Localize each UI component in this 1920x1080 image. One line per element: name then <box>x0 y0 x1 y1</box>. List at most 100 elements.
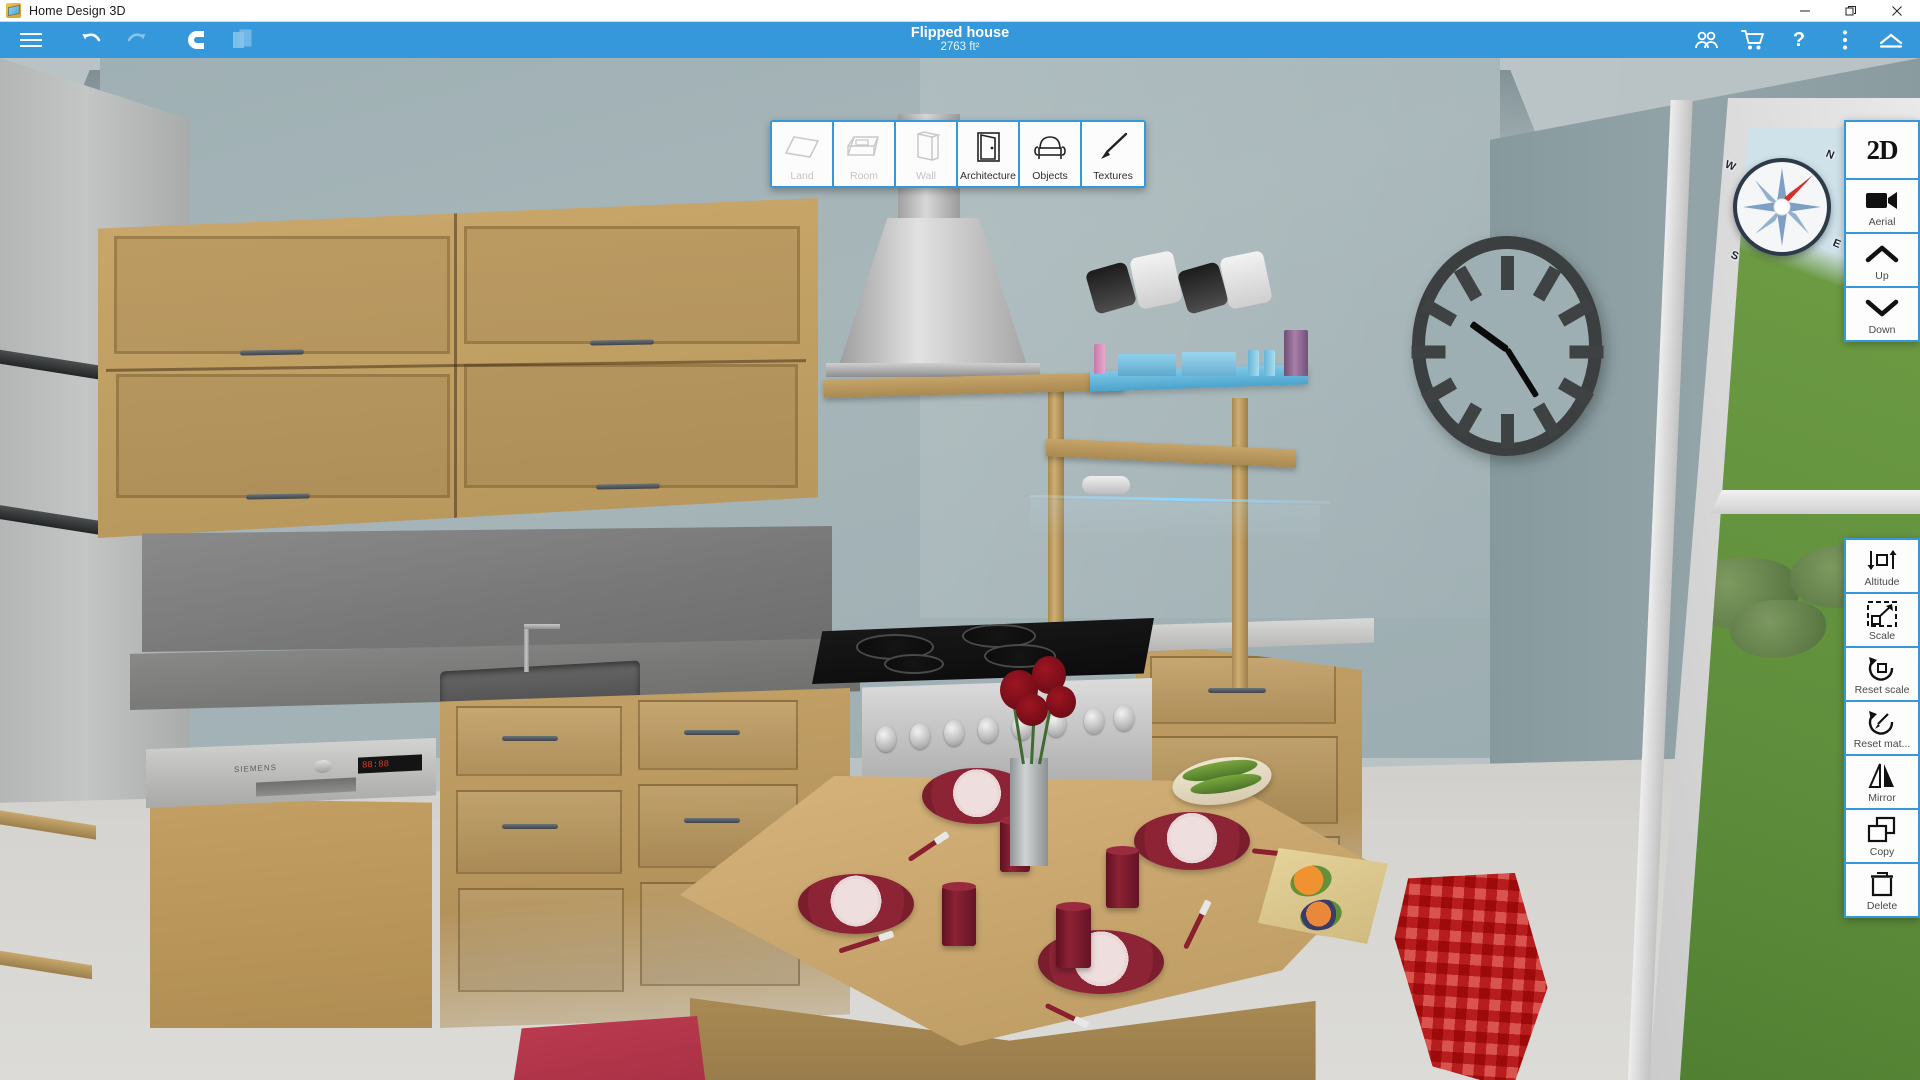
dishwasher-program-dial[interactable] <box>314 759 332 774</box>
altitude-button[interactable]: Altitude <box>1846 540 1918 594</box>
drinking-cup[interactable] <box>1056 902 1091 968</box>
3d-viewport[interactable]: SIEMENS 88:88 Land Room Wall Architectur… <box>0 58 1920 1080</box>
shelf-bottle-cyan-2[interactable] <box>1264 350 1275 376</box>
window-controls <box>1782 0 1920 22</box>
undo-button[interactable] <box>68 22 114 58</box>
chevron-down-icon <box>1865 293 1899 323</box>
clock-tick <box>1569 345 1603 359</box>
cabinet-door-panel <box>114 236 450 354</box>
tab-architecture[interactable]: Architecture <box>958 122 1020 186</box>
shelf-bottle-purple[interactable] <box>1284 330 1308 376</box>
copy-squares-icon <box>1866 815 1898 845</box>
dishwasher-door-handle[interactable] <box>256 777 356 797</box>
reset-scale-label: Reset scale <box>1854 684 1910 696</box>
restore-icon <box>1845 5 1856 15</box>
collapse-toolbar-button[interactable] <box>1868 22 1914 58</box>
range-knob <box>944 720 964 746</box>
view-up-button[interactable]: Up <box>1846 234 1918 288</box>
view-2d-button[interactable]: 2D <box>1846 122 1918 180</box>
shelf-box-blue[interactable] <box>1118 354 1176 376</box>
clock-tick <box>1557 377 1594 406</box>
view-control-panel: 2D Aerial Up Down <box>1844 120 1920 342</box>
view-down-button[interactable]: Down <box>1846 288 1918 340</box>
shelf-post-right[interactable] <box>1232 398 1248 688</box>
object-edit-panel: Altitude Scale Reset scale Reset mat... … <box>1844 538 1920 918</box>
mirror-button[interactable]: Mirror <box>1846 756 1918 810</box>
cabinet-handle <box>596 483 660 490</box>
copy-button[interactable]: Copy <box>1846 810 1918 864</box>
window-title: Home Design 3D <box>29 3 126 18</box>
tab-objects[interactable]: Objects <box>1020 122 1082 186</box>
shelf-box-blue-2[interactable] <box>1182 352 1236 376</box>
minimize-icon <box>1800 10 1810 11</box>
tab-room[interactable]: Room <box>834 122 896 186</box>
mirror-flip-icon <box>1866 761 1898 791</box>
clock-tick <box>1500 256 1514 290</box>
range-knob <box>876 726 896 752</box>
community-button[interactable] <box>1684 22 1730 58</box>
compass-rose[interactable]: N E S W <box>1723 148 1842 263</box>
dinner-plate[interactable] <box>798 874 914 934</box>
room-box-icon <box>844 122 884 171</box>
reset-scale-button[interactable]: Reset scale <box>1846 648 1918 702</box>
shop-button[interactable] <box>1730 22 1776 58</box>
duplicate-button[interactable] <box>220 22 266 58</box>
land-plane-icon <box>783 122 821 171</box>
hamburger-menu-button[interactable] <box>8 22 54 58</box>
close-button[interactable] <box>1874 0 1920 22</box>
close-icon <box>1892 5 1902 16</box>
vertical-dots-icon <box>1842 30 1848 50</box>
sink-faucet[interactable] <box>524 624 560 672</box>
scale-button[interactable]: Scale <box>1846 594 1918 648</box>
dinner-plate[interactable] <box>1134 812 1250 870</box>
reset-material-icon <box>1866 707 1898 737</box>
reset-material-button[interactable]: Reset mat... <box>1846 702 1918 756</box>
tab-land[interactable]: Land <box>772 122 834 186</box>
delete-button[interactable]: Delete <box>1846 864 1918 916</box>
app-logo-icon <box>6 3 21 18</box>
flower-vase[interactable] <box>1010 758 1048 866</box>
paintbrush-icon <box>1096 122 1130 171</box>
view-aerial-label: Aerial <box>1868 216 1896 228</box>
altitude-label: Altitude <box>1864 576 1900 588</box>
view-2d-label: 2D <box>1866 135 1899 165</box>
red-rose <box>1046 686 1076 718</box>
shelf-bottle-pink[interactable] <box>1094 344 1105 374</box>
cabinet-handle <box>502 824 558 829</box>
drinking-cup[interactable] <box>1106 846 1139 908</box>
clock-tick <box>1420 298 1457 327</box>
magnet-snap-button[interactable] <box>174 22 220 58</box>
shelf-roller[interactable] <box>1082 476 1130 494</box>
shelf-bottle-cyan[interactable] <box>1248 350 1259 376</box>
tab-wall[interactable]: Wall <box>896 122 958 186</box>
wall-slab-icon <box>911 122 941 171</box>
tab-textures[interactable]: Textures <box>1082 122 1144 186</box>
magnet-snap-icon <box>188 31 204 49</box>
help-button[interactable]: ? <box>1776 22 1822 58</box>
tab-room-label: Room <box>849 170 878 182</box>
view-down-label: Down <box>1868 324 1896 336</box>
cooktop-burner <box>884 654 944 674</box>
upper-wall-cabinets[interactable] <box>98 198 818 538</box>
clock-tick <box>1500 414 1514 448</box>
cabinet-drawer <box>458 888 624 992</box>
clock-hour-hand <box>1469 320 1510 353</box>
clock-tick <box>1532 402 1561 439</box>
minimize-button[interactable] <box>1782 0 1828 22</box>
cabinet-door-panel <box>116 374 450 498</box>
cabinet-handle <box>502 736 558 741</box>
more-options-button[interactable] <box>1822 22 1868 58</box>
stone-backsplash[interactable] <box>142 526 832 652</box>
drinking-cup[interactable] <box>942 882 976 946</box>
mirror-label: Mirror <box>1868 792 1896 804</box>
tool-tabs: Land Room Wall Architecture Objects Text… <box>770 120 1146 188</box>
cabinet-drawer <box>638 700 798 770</box>
wall-clock[interactable] <box>1411 236 1603 456</box>
reset-scale-icon <box>1866 653 1898 683</box>
restore-button[interactable] <box>1828 0 1874 22</box>
shopping-cart-icon <box>1741 30 1764 50</box>
redo-button[interactable] <box>114 22 160 58</box>
cabinet-handle <box>240 349 304 356</box>
dishwasher-cabinet-front <box>150 798 432 1028</box>
view-aerial-button[interactable]: Aerial <box>1846 180 1918 234</box>
